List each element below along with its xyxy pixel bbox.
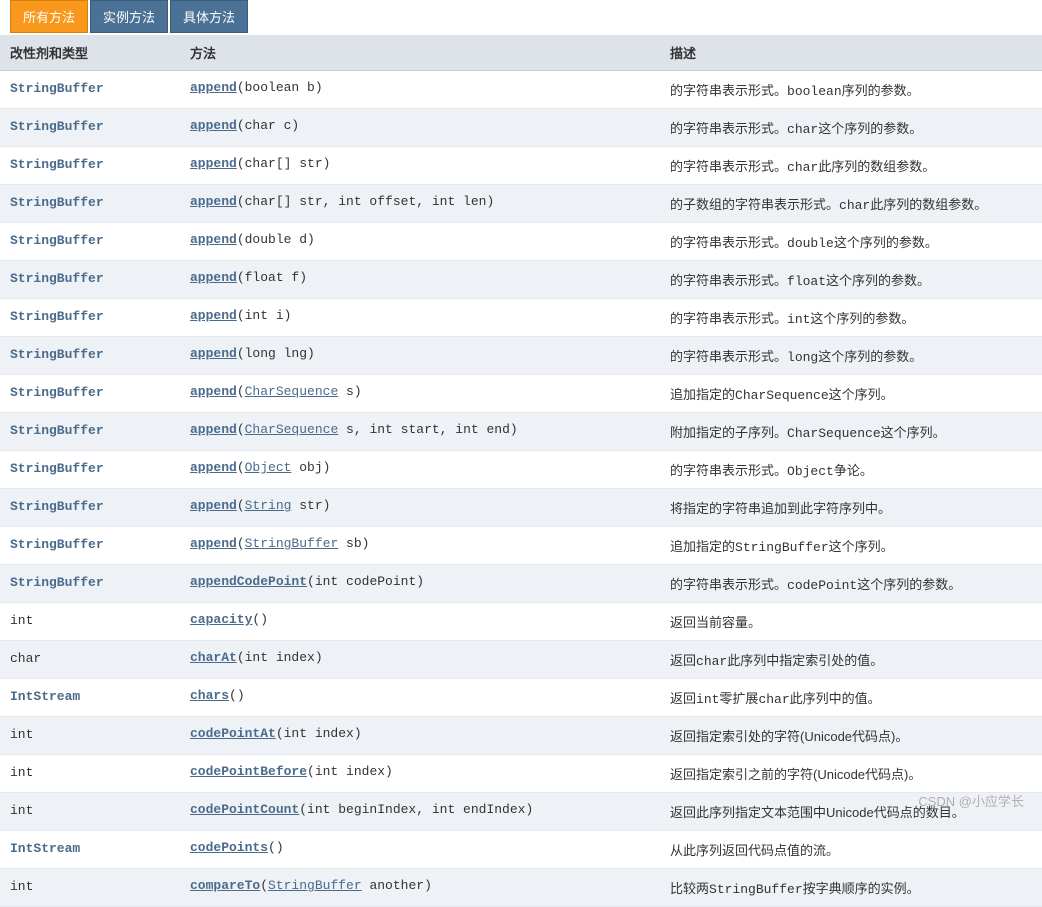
cell-type[interactable]: int [0,869,180,907]
cell-desc: 返回此序列指定文本范围中Unicode代码点的数目。 [660,793,1042,831]
cell-method[interactable]: codePointCount(int beginIndex, int endIn… [180,793,660,831]
cell-desc: 的字符串表示形式。int这个序列的参数。 [660,299,1042,337]
cell-desc: 的字符串表示形式。long这个序列的参数。 [660,337,1042,375]
header-desc: 描述 [660,35,1042,71]
cell-type[interactable]: StringBuffer [0,375,180,413]
table-row: charcharAt(int index)返回char此序列中指定索引处的值。 [0,641,1042,679]
cell-method[interactable]: compareTo(StringBuffer another) [180,869,660,907]
cell-type[interactable]: StringBuffer [0,527,180,565]
cell-method[interactable]: append(long lng) [180,337,660,375]
cell-desc: 的字符串表示形式。double这个序列的参数。 [660,223,1042,261]
cell-desc: 返回int零扩展char此序列中的值。 [660,679,1042,717]
table-header-row: 改性剂和类型 方法 描述 [0,35,1042,71]
cell-method[interactable]: capacity() [180,603,660,641]
table-row: intcompareTo(StringBuffer another)比较两Str… [0,869,1042,907]
method-filter-tabs: 所有方法实例方法具体方法 [0,0,1042,33]
table-row: StringBufferappend(float f)的字符串表示形式。floa… [0,261,1042,299]
table-row: StringBufferappend(long lng)的字符串表示形式。lon… [0,337,1042,375]
table-row: StringBufferappend(char c)的字符串表示形式。char这… [0,109,1042,147]
cell-method[interactable]: appendCodePoint(int codePoint) [180,565,660,603]
cell-method[interactable]: append(char[] str, int offset, int len) [180,185,660,223]
cell-method[interactable]: chars() [180,679,660,717]
cell-desc: 返回指定索引处的字符(Unicode代码点)。 [660,717,1042,755]
cell-desc: 将指定的字符串追加到此字符序列中。 [660,489,1042,527]
cell-type[interactable]: int [0,603,180,641]
cell-method[interactable]: append(double d) [180,223,660,261]
cell-type[interactable]: StringBuffer [0,71,180,109]
cell-type[interactable]: StringBuffer [0,147,180,185]
cell-type[interactable]: StringBuffer [0,451,180,489]
cell-method[interactable]: append(Object obj) [180,451,660,489]
method-summary-table: 改性剂和类型 方法 描述 StringBufferappend(boolean … [0,35,1042,907]
cell-desc: 追加指定的CharSequence这个序列。 [660,375,1042,413]
cell-method[interactable]: append(CharSequence s, int start, int en… [180,413,660,451]
table-row: StringBufferappendCodePoint(int codePoin… [0,565,1042,603]
cell-desc: 的子数组的字符串表示形式。char此序列的数组参数。 [660,185,1042,223]
cell-method[interactable]: codePointAt(int index) [180,717,660,755]
table-row: StringBufferappend(char[] str)的字符串表示形式。c… [0,147,1042,185]
cell-type[interactable]: StringBuffer [0,299,180,337]
cell-type[interactable]: int [0,793,180,831]
cell-method[interactable]: charAt(int index) [180,641,660,679]
table-row: intcapacity()返回当前容量。 [0,603,1042,641]
table-row: IntStreamchars()返回int零扩展char此序列中的值。 [0,679,1042,717]
table-row: intcodePointAt(int index)返回指定索引处的字符(Unic… [0,717,1042,755]
cell-type[interactable]: StringBuffer [0,413,180,451]
cell-method[interactable]: append(StringBuffer sb) [180,527,660,565]
tab-2[interactable]: 具体方法 [170,0,248,33]
cell-desc: 附加指定的子序列。CharSequence这个序列。 [660,413,1042,451]
cell-desc: 的字符串表示形式。boolean序列的参数。 [660,71,1042,109]
cell-method[interactable]: append(char[] str) [180,147,660,185]
cell-method[interactable]: append(char c) [180,109,660,147]
cell-type[interactable]: int [0,755,180,793]
cell-desc: 追加指定的StringBuffer这个序列。 [660,527,1042,565]
cell-method[interactable]: append(boolean b) [180,71,660,109]
table-row: StringBufferappend(StringBuffer sb)追加指定的… [0,527,1042,565]
cell-desc: 比较两StringBuffer按字典顺序的实例。 [660,869,1042,907]
cell-method[interactable]: codePoints() [180,831,660,869]
cell-type[interactable]: int [0,717,180,755]
cell-type[interactable]: IntStream [0,679,180,717]
cell-type[interactable]: StringBuffer [0,489,180,527]
header-method: 方法 [180,35,660,71]
cell-type[interactable]: StringBuffer [0,337,180,375]
tab-1[interactable]: 实例方法 [90,0,168,33]
cell-type[interactable]: char [0,641,180,679]
table-row: StringBufferappend(char[] str, int offse… [0,185,1042,223]
table-row: intcodePointCount(int beginIndex, int en… [0,793,1042,831]
table-row: StringBufferappend(Object obj)的字符串表示形式。O… [0,451,1042,489]
table-row: StringBufferappend(CharSequence s)追加指定的C… [0,375,1042,413]
cell-desc: 返回指定索引之前的字符(Unicode代码点)。 [660,755,1042,793]
header-type: 改性剂和类型 [0,35,180,71]
cell-method[interactable]: append(float f) [180,261,660,299]
table-row: StringBufferappend(CharSequence s, int s… [0,413,1042,451]
cell-desc: 返回当前容量。 [660,603,1042,641]
cell-method[interactable]: codePointBefore(int index) [180,755,660,793]
cell-type[interactable]: StringBuffer [0,261,180,299]
cell-desc: 从此序列返回代码点值的流。 [660,831,1042,869]
table-row: StringBufferappend(int i)的字符串表示形式。int这个序… [0,299,1042,337]
cell-type[interactable]: IntStream [0,831,180,869]
cell-method[interactable]: append(String str) [180,489,660,527]
cell-desc: 的字符串表示形式。Object争论。 [660,451,1042,489]
table-row: StringBufferappend(double d)的字符串表示形式。dou… [0,223,1042,261]
cell-desc: 的字符串表示形式。float这个序列的参数。 [660,261,1042,299]
table-row: StringBufferappend(boolean b)的字符串表示形式。bo… [0,71,1042,109]
tab-0[interactable]: 所有方法 [10,0,88,33]
cell-type[interactable]: StringBuffer [0,223,180,261]
table-row: IntStreamcodePoints()从此序列返回代码点值的流。 [0,831,1042,869]
cell-desc: 的字符串表示形式。char此序列的数组参数。 [660,147,1042,185]
table-row: StringBufferappend(String str)将指定的字符串追加到… [0,489,1042,527]
cell-desc: 的字符串表示形式。char这个序列的参数。 [660,109,1042,147]
cell-method[interactable]: append(int i) [180,299,660,337]
cell-desc: 返回char此序列中指定索引处的值。 [660,641,1042,679]
cell-desc: 的字符串表示形式。codePoint这个序列的参数。 [660,565,1042,603]
cell-method[interactable]: append(CharSequence s) [180,375,660,413]
cell-type[interactable]: StringBuffer [0,109,180,147]
cell-type[interactable]: StringBuffer [0,185,180,223]
cell-type[interactable]: StringBuffer [0,565,180,603]
table-row: intcodePointBefore(int index)返回指定索引之前的字符… [0,755,1042,793]
